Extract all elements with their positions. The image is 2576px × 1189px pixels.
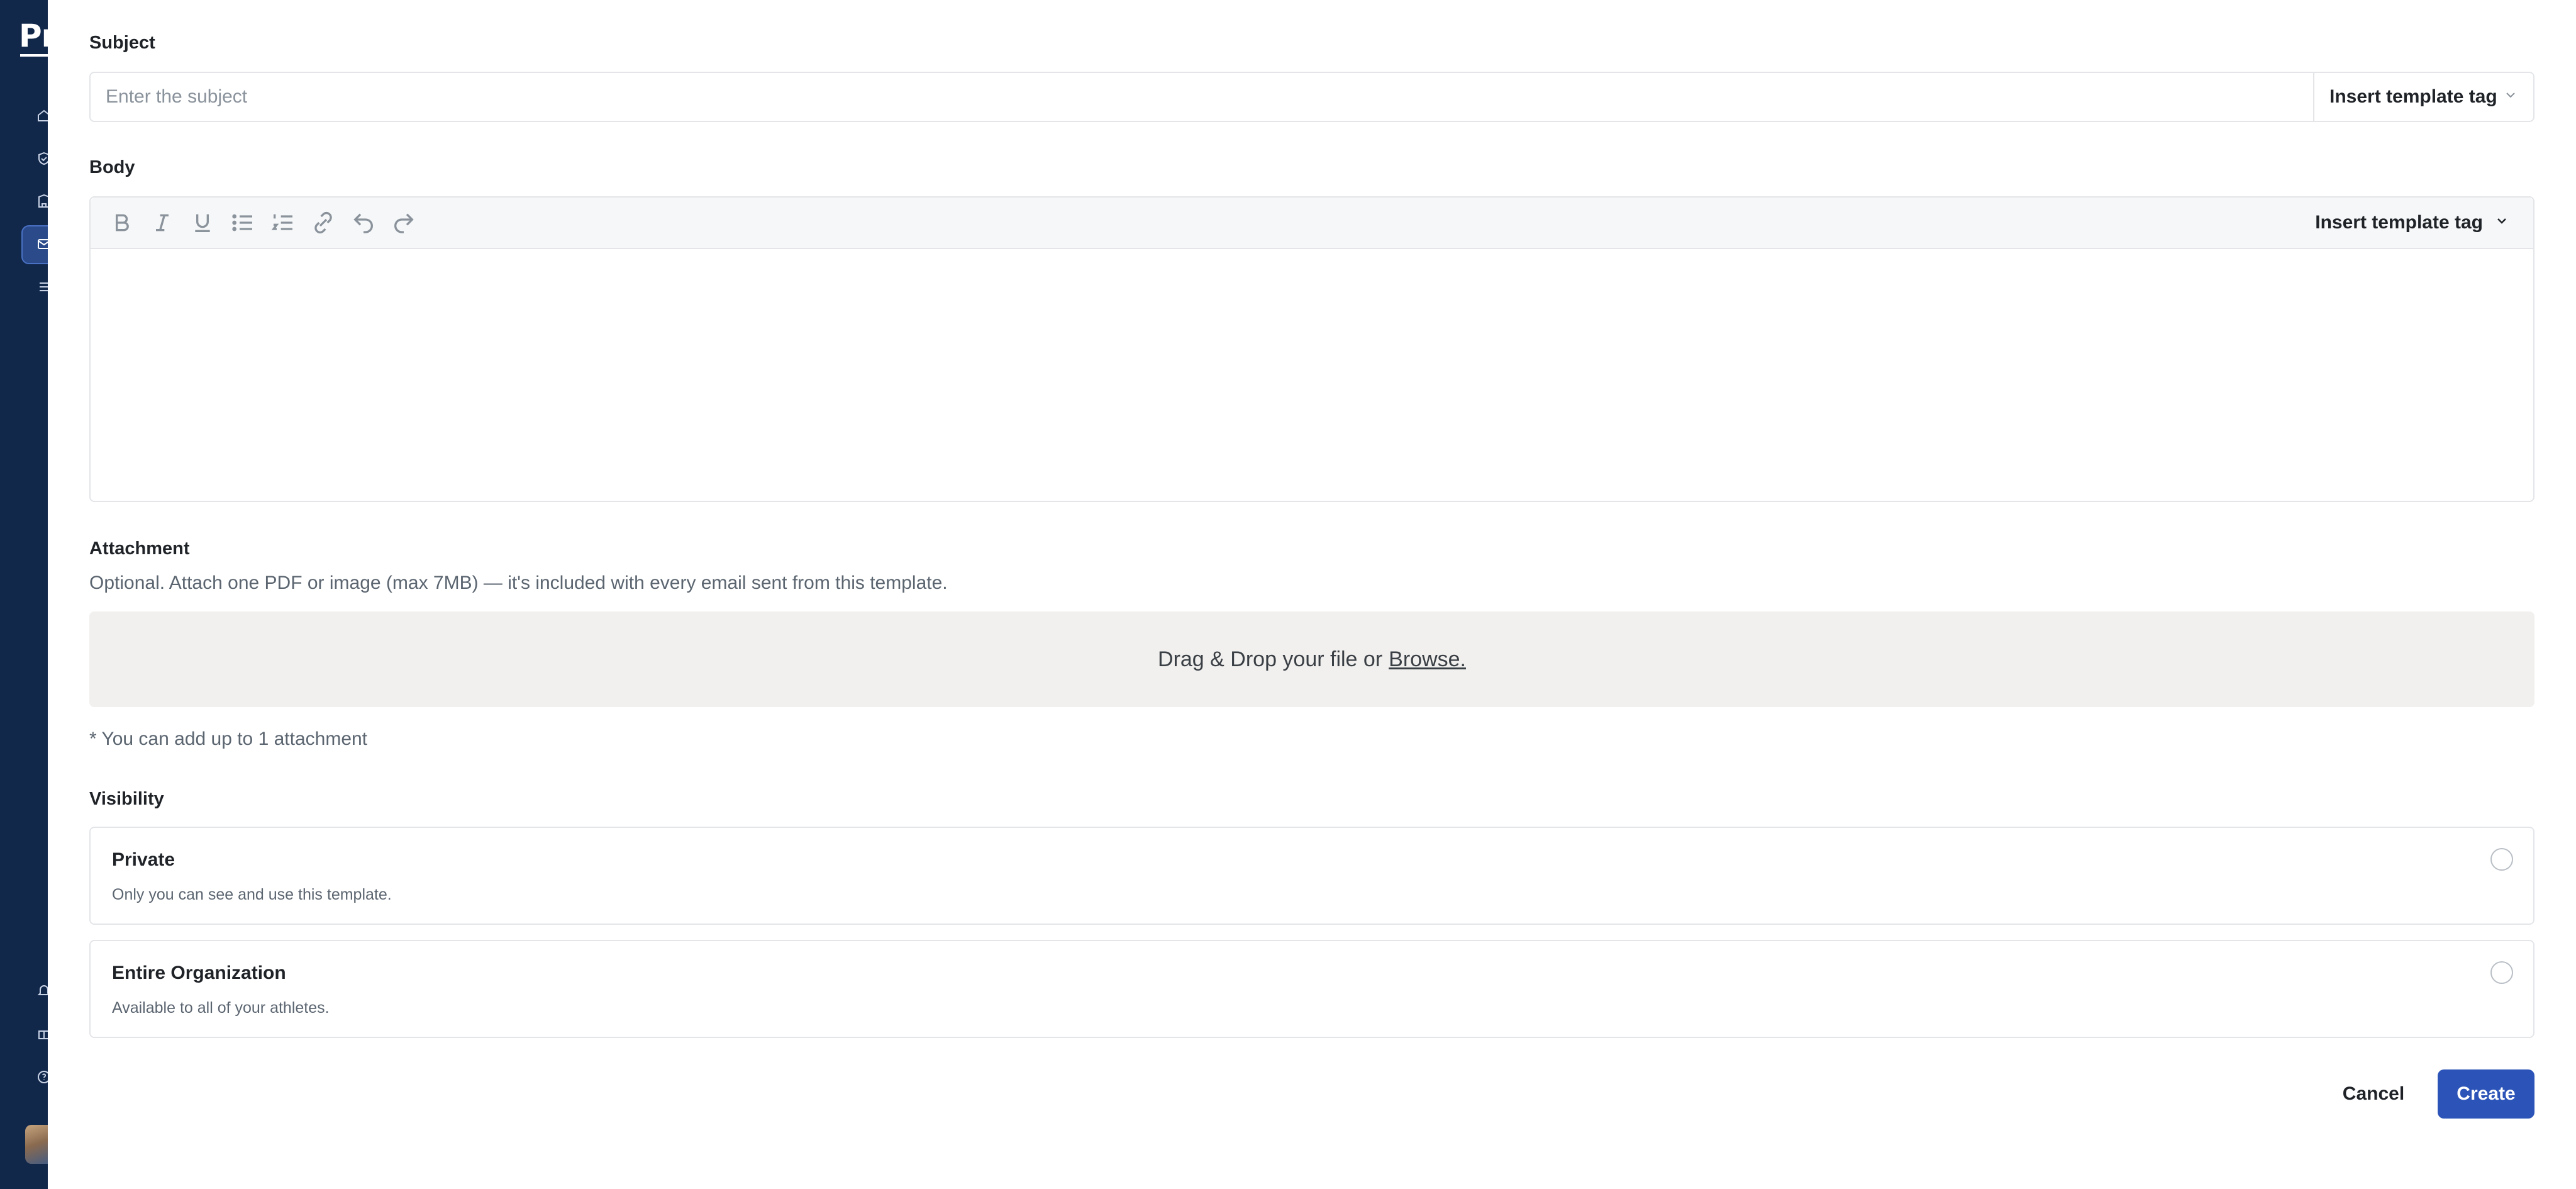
bold-icon[interactable]: [104, 205, 140, 240]
browse-link[interactable]: Browse.: [1389, 647, 1466, 672]
italic-icon[interactable]: [145, 205, 180, 240]
cancel-button[interactable]: Cancel: [2323, 1069, 2424, 1119]
create-template-form: Subject Insert template tag Body: [48, 0, 2576, 1189]
visibility-option-description: Only you can see and use this template.: [112, 886, 392, 903]
redo-icon[interactable]: [386, 205, 421, 240]
body-editor: Insert template tag: [89, 196, 2534, 502]
attachment-label: Attachment: [89, 539, 190, 559]
link-icon[interactable]: [306, 205, 341, 240]
subject-label: Subject: [89, 33, 155, 53]
app-sidebar: Pr: [0, 0, 60, 1189]
private-radio[interactable]: [2490, 848, 2513, 871]
underline-icon[interactable]: [185, 205, 220, 240]
attachment-help-text: Optional. Attach one PDF or image (max 7…: [89, 572, 948, 593]
attachment-limit-note: * You can add up to 1 attachment: [89, 728, 368, 749]
body-insert-template-tag-dropdown[interactable]: Insert template tag: [2315, 212, 2509, 233]
body-insert-template-tag-label: Insert template tag: [2315, 212, 2483, 233]
organization-radio[interactable]: [2490, 961, 2513, 984]
subject-field-group: Insert template tag: [89, 72, 2534, 122]
dropzone-text: Drag & Drop your file or: [1158, 647, 1383, 671]
visibility-option-title: Private: [112, 849, 175, 870]
subject-insert-template-tag-dropdown[interactable]: Insert template tag: [2313, 73, 2533, 121]
brand-underline: [20, 54, 48, 57]
undo-icon[interactable]: [346, 205, 381, 240]
visibility-option-title: Entire Organization: [112, 963, 286, 983]
attachment-dropzone[interactable]: Drag & Drop your file or Browse.: [89, 611, 2534, 707]
create-button[interactable]: Create: [2438, 1069, 2534, 1119]
subject-insert-template-tag-label: Insert template tag: [2329, 86, 2497, 107]
subject-input[interactable]: [91, 73, 2313, 121]
numbered-list-icon[interactable]: [265, 205, 301, 240]
bullet-list-icon[interactable]: [225, 205, 260, 240]
visibility-option-organization[interactable]: Entire Organization Available to all of …: [89, 940, 2534, 1038]
editor-toolbar: Insert template tag: [91, 198, 2533, 249]
visibility-option-private[interactable]: Private Only you can see and use this te…: [89, 827, 2534, 925]
body-text-area[interactable]: [91, 249, 2533, 501]
body-label: Body: [89, 157, 135, 177]
chevron-down-icon: [2503, 86, 2518, 108]
visibility-option-description: Available to all of your athletes.: [112, 999, 330, 1017]
chevron-down-icon: [2494, 212, 2509, 233]
visibility-label: Visibility: [89, 789, 164, 809]
